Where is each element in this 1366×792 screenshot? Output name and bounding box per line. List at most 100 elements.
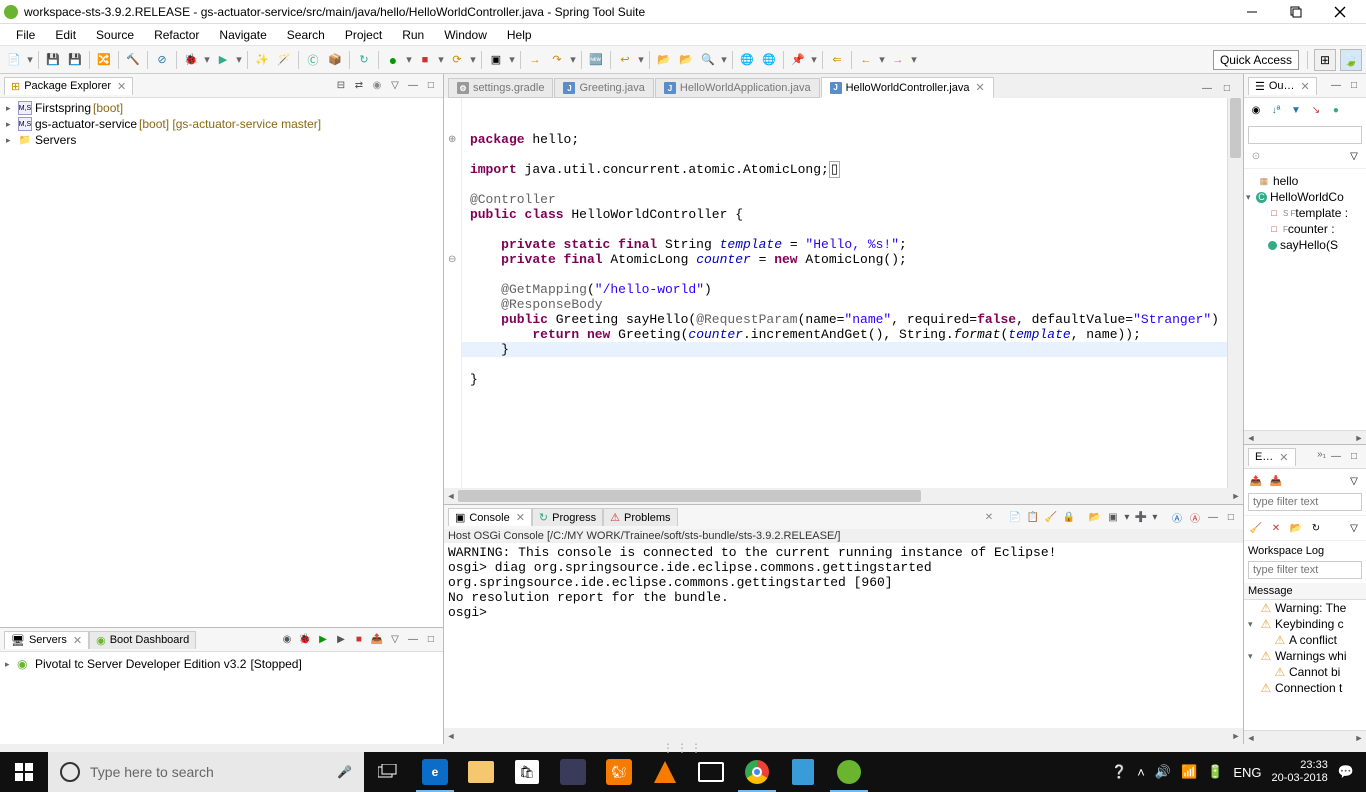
new-icon[interactable]: 📄 xyxy=(4,50,24,70)
maximize-button[interactable] xyxy=(1282,2,1310,22)
view-menu-icon[interactable]: ▽ xyxy=(1346,520,1362,536)
scroll-left-icon[interactable]: ◄ xyxy=(444,491,458,501)
expander-icon[interactable]: ▸ xyxy=(5,659,17,670)
export-icon[interactable]: 📤 xyxy=(1248,473,1264,489)
run-icon[interactable]: ● xyxy=(383,50,403,70)
outline-item[interactable]: ▾ C HelloWorldCo xyxy=(1246,189,1364,205)
build-icon[interactable]: 🔨 xyxy=(123,50,143,70)
hide-nonpublic-icon[interactable]: ● xyxy=(1328,102,1344,118)
dropdown-icon[interactable]: ▾ xyxy=(878,50,886,70)
log-entry[interactable]: ▾⚠Warnings whi xyxy=(1244,648,1366,664)
menu-navigate[interactable]: Navigate xyxy=(209,26,276,44)
close-icon[interactable]: ✕ xyxy=(73,634,82,647)
boot-dashboard-tab[interactable]: ◉ Boot Dashboard xyxy=(89,631,196,649)
menu-refactor[interactable]: Refactor xyxy=(144,26,209,44)
sort-icon[interactable]: ↓ª xyxy=(1268,102,1284,118)
save-all-icon[interactable]: 💾 xyxy=(65,50,85,70)
scroll-left-icon[interactable]: ◄ xyxy=(444,731,458,741)
servers-body[interactable]: ▸ ◉ Pivotal tc Server Developer Edition … xyxy=(0,652,443,744)
dropdown-icon[interactable]: ▾ xyxy=(720,50,728,70)
log-entry[interactable]: ⚠A conflict xyxy=(1244,632,1366,648)
notification-icon[interactable]: 💬 xyxy=(1338,764,1354,780)
package-explorer-tab[interactable]: ⊞ Package Explorer ✕ xyxy=(4,77,133,95)
dropdown-icon[interactable]: ▾ xyxy=(1123,509,1131,525)
editor-tab[interactable]: ⚙ settings.gradle xyxy=(448,78,554,98)
close-icon[interactable]: ✕ xyxy=(1279,451,1288,464)
link-icon[interactable]: ⊙ xyxy=(1248,148,1264,164)
new-console-icon[interactable]: ➕ xyxy=(1133,509,1149,525)
new-class-icon[interactable]: Ⓒ xyxy=(303,50,323,70)
outline-scrollbar[interactable]: ◄ ► xyxy=(1244,430,1366,444)
expander-icon[interactable]: ▾ xyxy=(1248,619,1260,630)
scroll-right-icon[interactable]: ► xyxy=(1352,433,1366,443)
menu-source[interactable]: Source xyxy=(86,26,144,44)
debug-server-icon[interactable]: 🐞 xyxy=(297,632,313,648)
start-button[interactable] xyxy=(0,752,48,792)
system-clock[interactable]: 23:33 20-03-2018 xyxy=(1272,759,1328,785)
taskbar-app-mail[interactable] xyxy=(688,752,734,792)
scroll-right-icon[interactable]: ► xyxy=(1229,491,1243,501)
server-item[interactable]: ▸ ◉ Pivotal tc Server Developer Edition … xyxy=(4,656,439,672)
taskbar-app-vlc[interactable] xyxy=(642,752,688,792)
vertical-scrollbar[interactable] xyxy=(1227,98,1243,488)
import-icon[interactable]: 📥 xyxy=(1268,473,1284,489)
close-console-icon[interactable]: ✕ xyxy=(981,509,997,525)
menu-project[interactable]: Project xyxy=(335,26,392,44)
wizard-icon[interactable]: ✨ xyxy=(252,50,272,70)
dropdown-icon[interactable]: ▾ xyxy=(203,50,211,70)
minimize-editor-icon[interactable]: — xyxy=(1199,80,1215,96)
open-type-icon[interactable]: 📂 xyxy=(654,50,674,70)
browser-icon[interactable]: 🌐 xyxy=(737,50,757,70)
editor-ruler[interactable]: ⊕ ⊖ xyxy=(444,98,462,488)
editor-body[interactable]: ⊕ ⊖ package hello; import java.util.conc… xyxy=(444,98,1243,488)
stop-icon[interactable]: ■ xyxy=(415,50,435,70)
hide-static-icon[interactable]: ↘ xyxy=(1308,102,1324,118)
dropdown-icon[interactable]: ▾ xyxy=(26,50,34,70)
problems-tab[interactable]: ⚠ Problems xyxy=(603,508,677,526)
expander-icon[interactable]: ▾ xyxy=(1246,192,1256,203)
scroll-right-icon[interactable]: ► xyxy=(1352,733,1366,743)
horizontal-scrollbar[interactable]: ◄ ► xyxy=(444,488,1243,504)
run-button[interactable]: ▶ xyxy=(213,50,233,70)
maximize-view-icon[interactable]: □ xyxy=(1346,449,1362,465)
collapse-all-icon[interactable]: ⊟ xyxy=(333,78,349,94)
open-perspective-icon[interactable]: ⊞ xyxy=(1314,49,1336,71)
maximize-view-icon[interactable]: □ xyxy=(1223,509,1239,525)
focus-icon[interactable]: ◉ xyxy=(279,632,295,648)
expander-icon[interactable]: ▸ xyxy=(6,103,18,114)
display-console-icon[interactable]: 📋 xyxy=(1025,509,1041,525)
taskbar-app-sts[interactable] xyxy=(826,752,872,792)
scroll-lock-icon[interactable]: 🔒 xyxy=(1061,509,1077,525)
taskbar-search[interactable]: Type here to search 🎤 xyxy=(48,752,364,792)
step-icon[interactable]: ↷ xyxy=(547,50,567,70)
open-log-icon[interactable]: 📂 xyxy=(1288,520,1304,536)
package-explorer-tree[interactable]: ▸ M,S Firstspring [boot] ▸ M,S gs-actuat… xyxy=(0,98,443,627)
prev-edit-icon[interactable]: ⇐ xyxy=(827,50,847,70)
taskbar-app-store[interactable]: 🛍 xyxy=(504,752,550,792)
close-icon[interactable]: ✕ xyxy=(1301,80,1310,93)
mic-icon[interactable]: 🎤 xyxy=(337,765,352,779)
outline-tab[interactable]: ☰ Ou… ✕ xyxy=(1248,77,1317,95)
wifi-icon[interactable]: 📶 xyxy=(1181,764,1197,780)
menu-search[interactable]: Search xyxy=(277,26,335,44)
editor-content[interactable]: package hello; import java.util.concurre… xyxy=(462,98,1227,488)
battery-icon[interactable]: 🔋 xyxy=(1207,764,1223,780)
start-server-icon[interactable]: ▶ xyxy=(315,632,331,648)
help-icon[interactable]: ❔ xyxy=(1111,764,1127,780)
dropdown-icon[interactable]: ▾ xyxy=(405,50,413,70)
minimize-button[interactable] xyxy=(1238,2,1266,22)
link-editor-icon[interactable]: ⇄ xyxy=(351,78,367,94)
forward-icon[interactable]: → xyxy=(888,50,908,70)
minimize-view-icon[interactable]: — xyxy=(405,632,421,648)
delete-log-icon[interactable]: ✕ xyxy=(1268,520,1284,536)
open-task-icon[interactable]: 📂 xyxy=(676,50,696,70)
dropdown-icon[interactable]: ▾ xyxy=(437,50,445,70)
search-icon[interactable]: 🔍 xyxy=(698,50,718,70)
servers-tab[interactable]: 🖥 Servers ✕ xyxy=(4,631,89,649)
console-tab[interactable]: ▣ Console ✕ xyxy=(448,508,532,526)
menu-edit[interactable]: Edit xyxy=(45,26,86,44)
dropdown-icon[interactable]: ▾ xyxy=(810,50,818,70)
close-button[interactable] xyxy=(1326,2,1354,22)
dropdown-icon[interactable]: ▾ xyxy=(1151,509,1159,525)
console-select-icon[interactable]: ▣ xyxy=(1105,509,1121,525)
